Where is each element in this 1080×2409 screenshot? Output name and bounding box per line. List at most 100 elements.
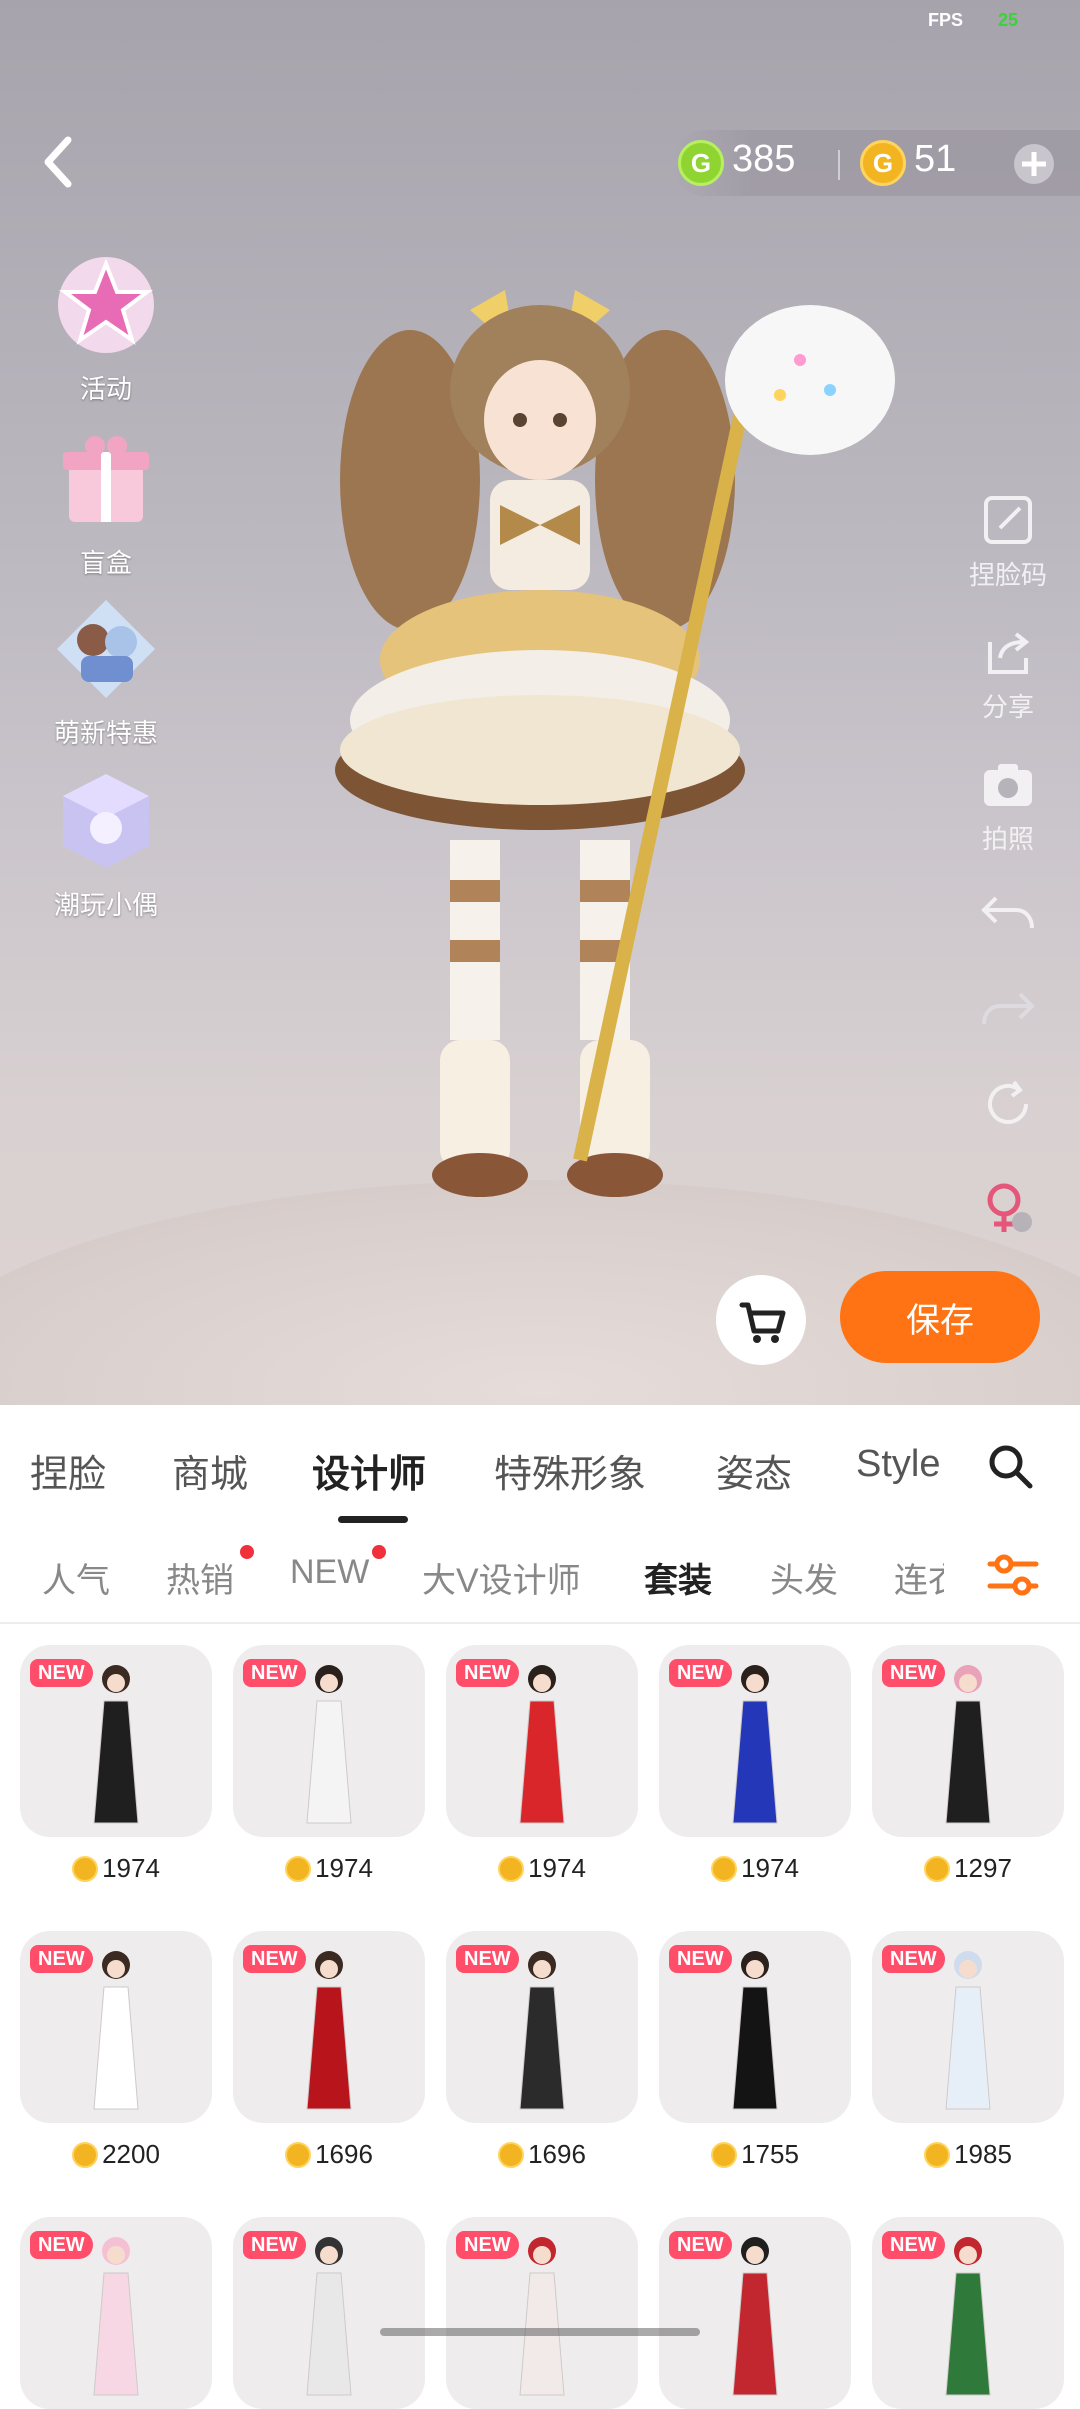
outfit-price-value: 2200 xyxy=(102,2139,160,2169)
outfit-item[interactable]: NEW xyxy=(20,2217,212,2409)
tool-redo[interactable] xyxy=(964,980,1052,1041)
tab-style[interactable]: Style xyxy=(856,1443,944,1486)
star-badge-icon xyxy=(58,257,154,353)
tool-reset[interactable] xyxy=(964,1076,1052,1137)
subtab-hot-sale[interactable]: 热销 xyxy=(166,1553,234,1602)
gold-coin-icon xyxy=(72,1855,99,1882)
add-currency-button[interactable] xyxy=(1014,144,1054,184)
tool-undo[interactable] xyxy=(964,884,1052,945)
tool-share-label: 分享 xyxy=(981,692,1034,722)
filter-icon[interactable] xyxy=(986,1550,1040,1600)
tab-designer[interactable]: 设计师 xyxy=(312,1443,426,1498)
menu-newbie-deal[interactable]: 萌新特惠 xyxy=(36,594,176,750)
outfit-price-value: 1974 xyxy=(528,1853,586,1883)
outfit-thumbnail: NEW xyxy=(233,2217,425,2409)
outfit-item[interactable]: NEW 1755 xyxy=(659,1931,851,2170)
menu-trendy-toy-label: 潮玩小偶 xyxy=(53,890,158,920)
tab-special-avatar[interactable]: 特殊形象 xyxy=(494,1443,646,1498)
outfit-price: 1696 xyxy=(446,2139,638,2170)
menu-event-label: 活动 xyxy=(79,374,132,404)
gold-coin-icon xyxy=(711,2141,738,2168)
subtab-new[interactable]: NEW xyxy=(290,1553,369,1592)
outfit-thumbnail: NEW xyxy=(446,1645,638,1837)
outfit-thumbnail: NEW xyxy=(872,1931,1064,2123)
gold-coin-icon xyxy=(72,2141,99,2168)
outfit-item[interactable]: NEW 1974 xyxy=(446,1645,638,1884)
active-tab-indicator xyxy=(338,1516,408,1523)
new-badge: NEW xyxy=(669,1659,732,1687)
gold-coin-icon xyxy=(711,1855,738,1882)
outfit-price: 1974 xyxy=(20,1853,212,1884)
outfit-thumbnail: NEW xyxy=(233,1645,425,1837)
toy-cube-icon xyxy=(63,774,149,868)
outfit-thumbnail: NEW xyxy=(20,1645,212,1837)
menu-event[interactable]: 活动 xyxy=(36,250,176,406)
back-icon[interactable] xyxy=(36,132,84,192)
tool-face-code[interactable]: 捏脸码 xyxy=(964,492,1052,592)
gold-coin-icon: G xyxy=(860,140,906,186)
outfit-thumbnail: NEW xyxy=(872,2217,1064,2409)
outfit-item[interactable]: NEW xyxy=(446,2217,638,2409)
menu-trendy-toy[interactable]: 潮玩小偶 xyxy=(36,766,176,922)
outfit-item[interactable]: NEW 1974 xyxy=(233,1645,425,1884)
cart-button[interactable] xyxy=(716,1275,806,1365)
new-badge: NEW xyxy=(882,1659,945,1687)
subtab-suit[interactable]: 套装 xyxy=(644,1553,712,1602)
outfit-item[interactable]: NEW 2200 xyxy=(20,1931,212,2170)
subtab-big-v-designer[interactable]: 大V设计师 xyxy=(422,1553,581,1602)
gold-coin-icon xyxy=(498,1855,525,1882)
outfit-item[interactable]: NEW 1974 xyxy=(20,1645,212,1884)
outfit-price: 2200 xyxy=(20,2139,212,2170)
search-icon[interactable] xyxy=(986,1442,1034,1490)
outfit-item[interactable]: NEW xyxy=(872,2217,1064,2409)
outfit-item[interactable]: NEW 1974 xyxy=(659,1645,851,1884)
outfit-thumbnail: NEW xyxy=(446,2217,638,2409)
share-icon xyxy=(988,632,1030,674)
outfit-item[interactable]: NEW xyxy=(233,2217,425,2409)
subtab-popular[interactable]: 人气 xyxy=(42,1553,110,1602)
new-badge: NEW xyxy=(243,2231,306,2259)
outfit-price-value: 1696 xyxy=(528,2139,586,2169)
outfit-thumbnail: NEW xyxy=(659,1931,851,2123)
outfit-price-value: 1974 xyxy=(315,1853,373,1883)
cart-icon xyxy=(739,1302,786,1343)
outfit-item[interactable]: NEW 1696 xyxy=(233,1931,425,2170)
gold-coin-icon xyxy=(924,2141,951,2168)
gold-coin-icon xyxy=(498,2141,525,2168)
subtab-hair[interactable]: 头发 xyxy=(770,1553,838,1602)
tab-store[interactable]: 商城 xyxy=(172,1443,248,1498)
new-badge: NEW xyxy=(243,1945,306,1973)
new-badge: NEW xyxy=(243,1659,306,1687)
redo-icon xyxy=(982,992,1035,1025)
new-badge: NEW xyxy=(30,2231,93,2259)
save-button[interactable]: 保存 xyxy=(840,1271,1040,1363)
gold-coin-icon xyxy=(285,1855,312,1882)
new-badge: NEW xyxy=(882,2231,945,2259)
tab-face[interactable]: 捏脸 xyxy=(30,1443,106,1498)
tool-photo[interactable]: 拍照 xyxy=(964,756,1052,856)
gold-coin-icon xyxy=(924,1855,951,1882)
new-badge: NEW xyxy=(456,2231,519,2259)
outfit-price: 1696 xyxy=(233,2139,425,2170)
new-badge: NEW xyxy=(30,1659,93,1687)
green-coin-icon: G xyxy=(678,140,724,186)
tool-photo-label: 拍照 xyxy=(981,824,1034,854)
tool-gender-switch[interactable] xyxy=(964,1180,1052,1241)
outfit-price-value: 1974 xyxy=(741,1853,799,1883)
outfit-price-value: 1985 xyxy=(954,2139,1012,2169)
outfit-item[interactable]: NEW 1985 xyxy=(872,1931,1064,2170)
tab-pose[interactable]: 姿态 xyxy=(716,1443,792,1498)
outfit-price: 1297 xyxy=(872,1853,1064,1884)
outfit-item[interactable]: NEW xyxy=(659,2217,851,2409)
new-badge: NEW xyxy=(456,1659,519,1687)
new-badge: NEW xyxy=(669,2231,732,2259)
avatar-character[interactable] xyxy=(300,280,920,1360)
subtab-dress[interactable]: 连衣 xyxy=(894,1553,944,1602)
outfit-thumbnail: NEW xyxy=(659,2217,851,2409)
new-dot xyxy=(372,1545,386,1559)
menu-blind-box[interactable]: 盲盒 xyxy=(36,424,176,580)
avatar-scene[interactable]: FPS 25 G 385 G 51 活动 盲盒 萌新特惠 潮玩小偶 捏脸码 分享… xyxy=(0,0,1080,1405)
outfit-item[interactable]: NEW 1297 xyxy=(872,1645,1064,1884)
tool-share[interactable]: 分享 xyxy=(964,624,1052,724)
outfit-item[interactable]: NEW 1696 xyxy=(446,1931,638,2170)
